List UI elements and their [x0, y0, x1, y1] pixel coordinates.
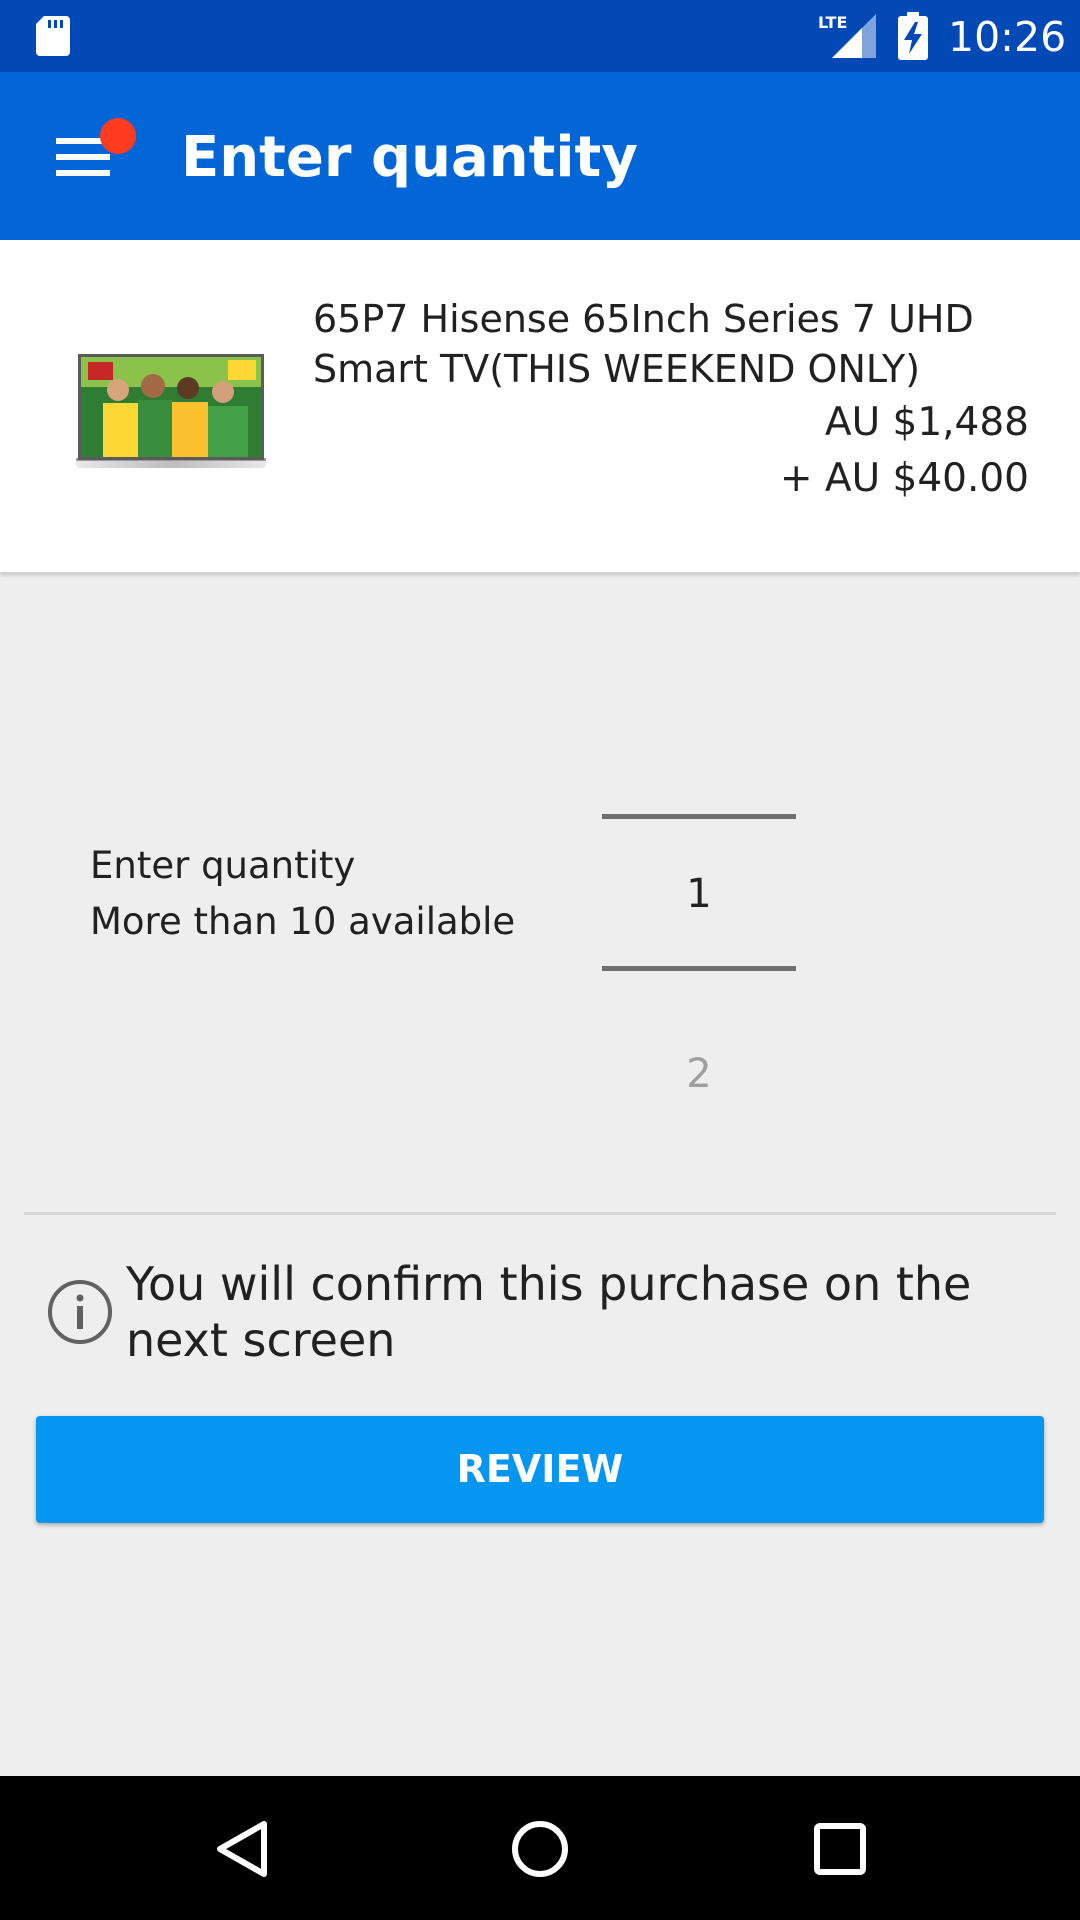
hamburger-menu-icon-line	[56, 154, 110, 160]
shipping-cost: + AU $40.00	[779, 456, 1029, 501]
notification-dot	[100, 118, 136, 154]
back-icon[interactable]	[210, 1814, 274, 1884]
sd-card-icon	[36, 16, 70, 56]
recents-icon[interactable]	[808, 1814, 872, 1884]
section-divider	[24, 1212, 1056, 1215]
review-button[interactable]: REVIEW	[36, 1416, 1044, 1523]
availability-text: More than 10 available	[90, 900, 516, 943]
lte-signal-icon: LTE	[818, 13, 876, 58]
picker-selected-value[interactable]: 1	[602, 868, 796, 920]
quantity-picker[interactable]: 1	[602, 814, 796, 984]
product-card[interactable]: 65P7 Hisense 65Inch Series 7 UHD Smart T…	[0, 240, 1080, 574]
picker-top-divider	[602, 814, 796, 819]
clock: 10:26	[948, 13, 1067, 61]
hamburger-menu-icon-line	[56, 170, 110, 176]
picker-bottom-divider	[602, 966, 796, 971]
picker-next-value[interactable]: 2	[602, 1048, 796, 1100]
quantity-label: Enter quantity	[90, 844, 356, 887]
tv-product-thumbnail	[76, 354, 266, 468]
product-title: 65P7 Hisense 65Inch Series 7 UHD Smart T…	[313, 297, 974, 391]
home-icon[interactable]	[510, 1814, 570, 1884]
app-bar: Enter quantity	[0, 72, 1080, 240]
battery-charging-icon	[898, 12, 928, 60]
system-nav-bar	[0, 1776, 1080, 1920]
product-price: AU $1,488	[824, 400, 1029, 445]
info-icon	[48, 1280, 112, 1344]
menu-button[interactable]	[42, 118, 136, 188]
info-message: You will confirm this purchase on the ne…	[126, 1257, 972, 1367]
lte-label: LTE	[818, 13, 847, 32]
status-bar: LTE 10:26	[0, 0, 1080, 72]
page-title: Enter quantity	[181, 125, 638, 190]
